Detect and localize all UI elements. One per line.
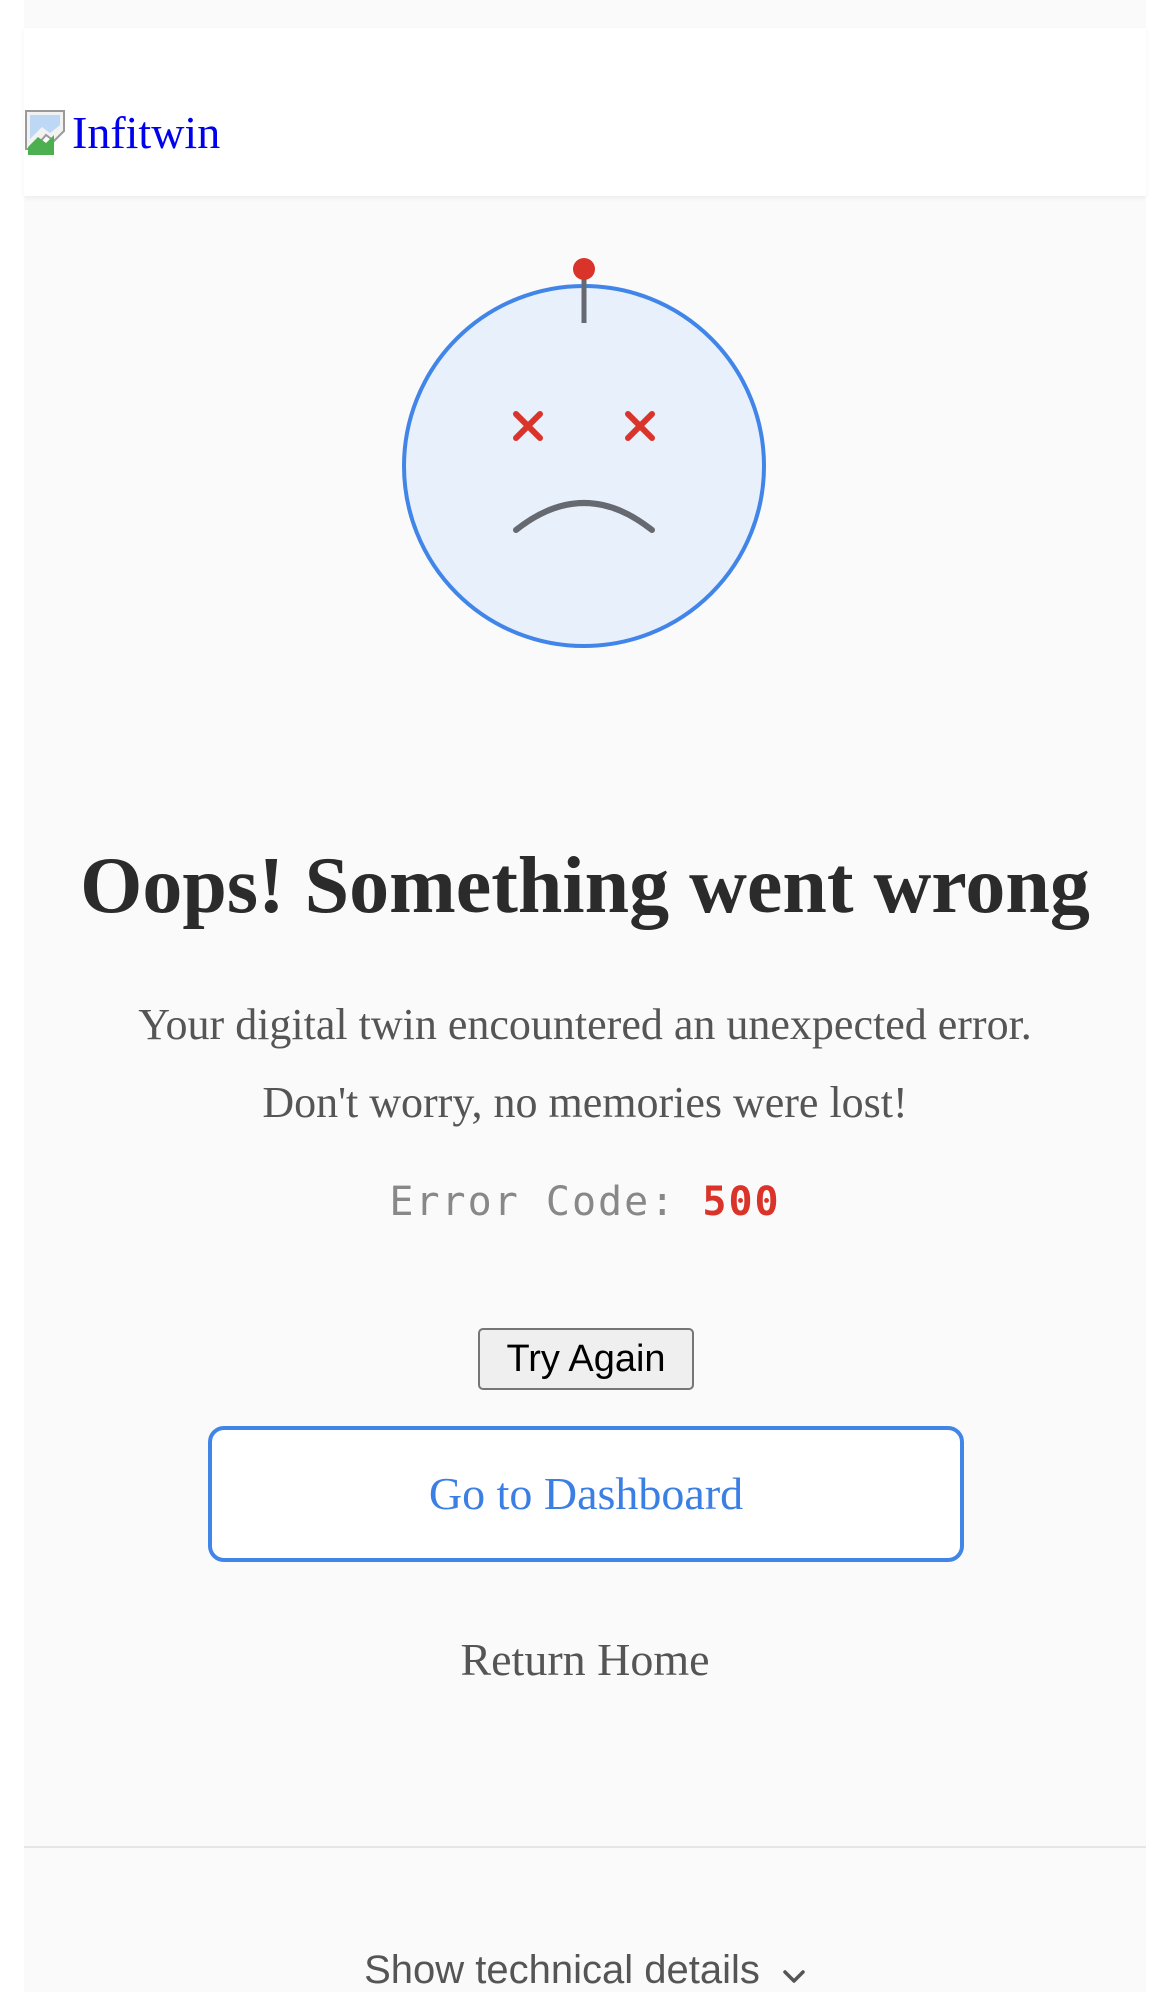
return-home-link[interactable]: Return Home <box>24 1630 1146 1690</box>
divider <box>24 1846 1146 1848</box>
header: Infitwin <box>24 28 1146 196</box>
try-again-button[interactable]: Try Again <box>478 1328 694 1390</box>
chevron-down-icon <box>782 1942 806 2002</box>
logo-link[interactable]: Infitwin <box>24 108 220 158</box>
logo-alt-text: Infitwin <box>72 107 221 158</box>
dashboard-button[interactable]: Go to Dashboard <box>208 1426 964 1562</box>
error-message-line-1: Your digital twin encountered an unexpec… <box>138 1000 1032 1049</box>
error-page: Infitwin Oops! Something went wrong Your… <box>24 0 1146 1992</box>
technical-details-toggle[interactable]: Show technical details <box>24 1940 1146 2002</box>
error-message-line-2: Don't worry, no memories were lost! <box>262 1078 908 1127</box>
error-message: Your digital twin encountered an unexpec… <box>24 986 1146 1142</box>
error-code-label: Error Code: <box>389 1179 677 1225</box>
error-code: Error Code: 500 <box>24 1174 1146 1230</box>
error-code-value: 500 <box>702 1179 781 1225</box>
page-title: Oops! Something went wrong <box>80 842 1090 930</box>
technical-details-label: Show technical details <box>364 1948 760 1992</box>
broken-image-icon <box>24 109 72 157</box>
sad-face-icon <box>400 244 770 652</box>
